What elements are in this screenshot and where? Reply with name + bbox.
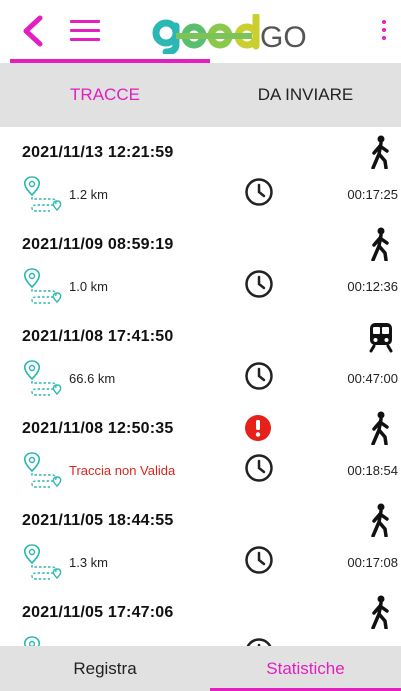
- track-item[interactable]: 2021/11/13 12:21:59 1.2 km 00:17:25: [0, 127, 401, 219]
- track-invalid-label: Traccia non Valida: [69, 463, 176, 478]
- track-distance: 1.3 km: [69, 555, 109, 570]
- track-duration: 00:47:00: [347, 371, 398, 386]
- track-datetime: 2021/11/09 08:59:19: [22, 236, 174, 253]
- walk-icon: [371, 595, 389, 629]
- track-distance: 1.2 km: [69, 187, 109, 202]
- clock-icon: [246, 638, 272, 646]
- app-header: GO: [0, 0, 401, 63]
- route-icon: [23, 452, 62, 488]
- route-icon: [23, 544, 62, 580]
- track-duration: 00:17:08: [347, 555, 398, 570]
- track-datetime: 2021/11/13 12:21:59: [22, 144, 174, 161]
- track-distance: 1.0 km: [69, 279, 109, 294]
- train-icon: [369, 323, 393, 353]
- route-icon: [23, 360, 62, 396]
- walk-icon: [371, 411, 389, 445]
- track-item[interactable]: 2021/11/08 17:41:50 66.6 km 00:47:00: [0, 311, 401, 403]
- more-options-icon[interactable]: [378, 20, 390, 44]
- clock-icon: [245, 454, 273, 482]
- back-arrow-icon[interactable]: [18, 14, 48, 48]
- track-datetime: 2021/11/08 12:50:35: [22, 420, 174, 437]
- track-datetime: 2021/11/08 17:41:50: [22, 328, 174, 345]
- clock-icon: [245, 270, 273, 298]
- track-item[interactable]: 2021/11/09 08:59:19 1.0 km 00:12:36: [0, 219, 401, 311]
- track-item[interactable]: 2021/11/08 12:50:35 Traccia non Valida 0…: [0, 403, 401, 495]
- tabs-bar: TRACCE DA INVIARE: [0, 63, 401, 127]
- route-icon: [23, 176, 62, 212]
- track-datetime: 2021/11/05 18:44:55: [22, 512, 174, 529]
- tab-registra[interactable]: Registra: [0, 646, 210, 691]
- error-alert-icon: [245, 415, 271, 441]
- track-item[interactable]: 2021/11/05 17:47:06: [0, 587, 401, 646]
- track-duration: 00:17:25: [347, 187, 398, 202]
- svg-text:GO: GO: [260, 21, 307, 54]
- hamburger-menu-icon[interactable]: [70, 20, 100, 44]
- track-duration: 00:18:54: [347, 463, 398, 478]
- walk-icon: [371, 503, 389, 537]
- tracks-list[interactable]: 2021/11/13 12:21:59 1.2 km 00:17:25 2021…: [0, 127, 401, 646]
- goodgo-logo: GO: [152, 14, 307, 54]
- route-icon: [23, 268, 62, 304]
- walk-icon: [371, 227, 389, 261]
- tab-da-inviare[interactable]: DA INVIARE: [210, 63, 401, 127]
- track-distance: 66.6 km: [69, 371, 116, 386]
- walk-icon: [371, 135, 389, 169]
- track-duration: 00:12:36: [347, 279, 398, 294]
- track-item[interactable]: 2021/11/05 18:44:55 1.3 km 00:17:08: [0, 495, 401, 587]
- clock-icon: [245, 178, 273, 206]
- clock-icon: [245, 546, 273, 574]
- track-datetime: 2021/11/05 17:47:06: [22, 604, 174, 621]
- clock-icon: [245, 362, 273, 390]
- route-icon: [23, 636, 41, 646]
- tab-tracce[interactable]: TRACCE: [0, 63, 210, 127]
- tab-statistiche[interactable]: Statistiche: [210, 646, 401, 691]
- bottom-navigation: Registra Statistiche: [0, 646, 401, 691]
